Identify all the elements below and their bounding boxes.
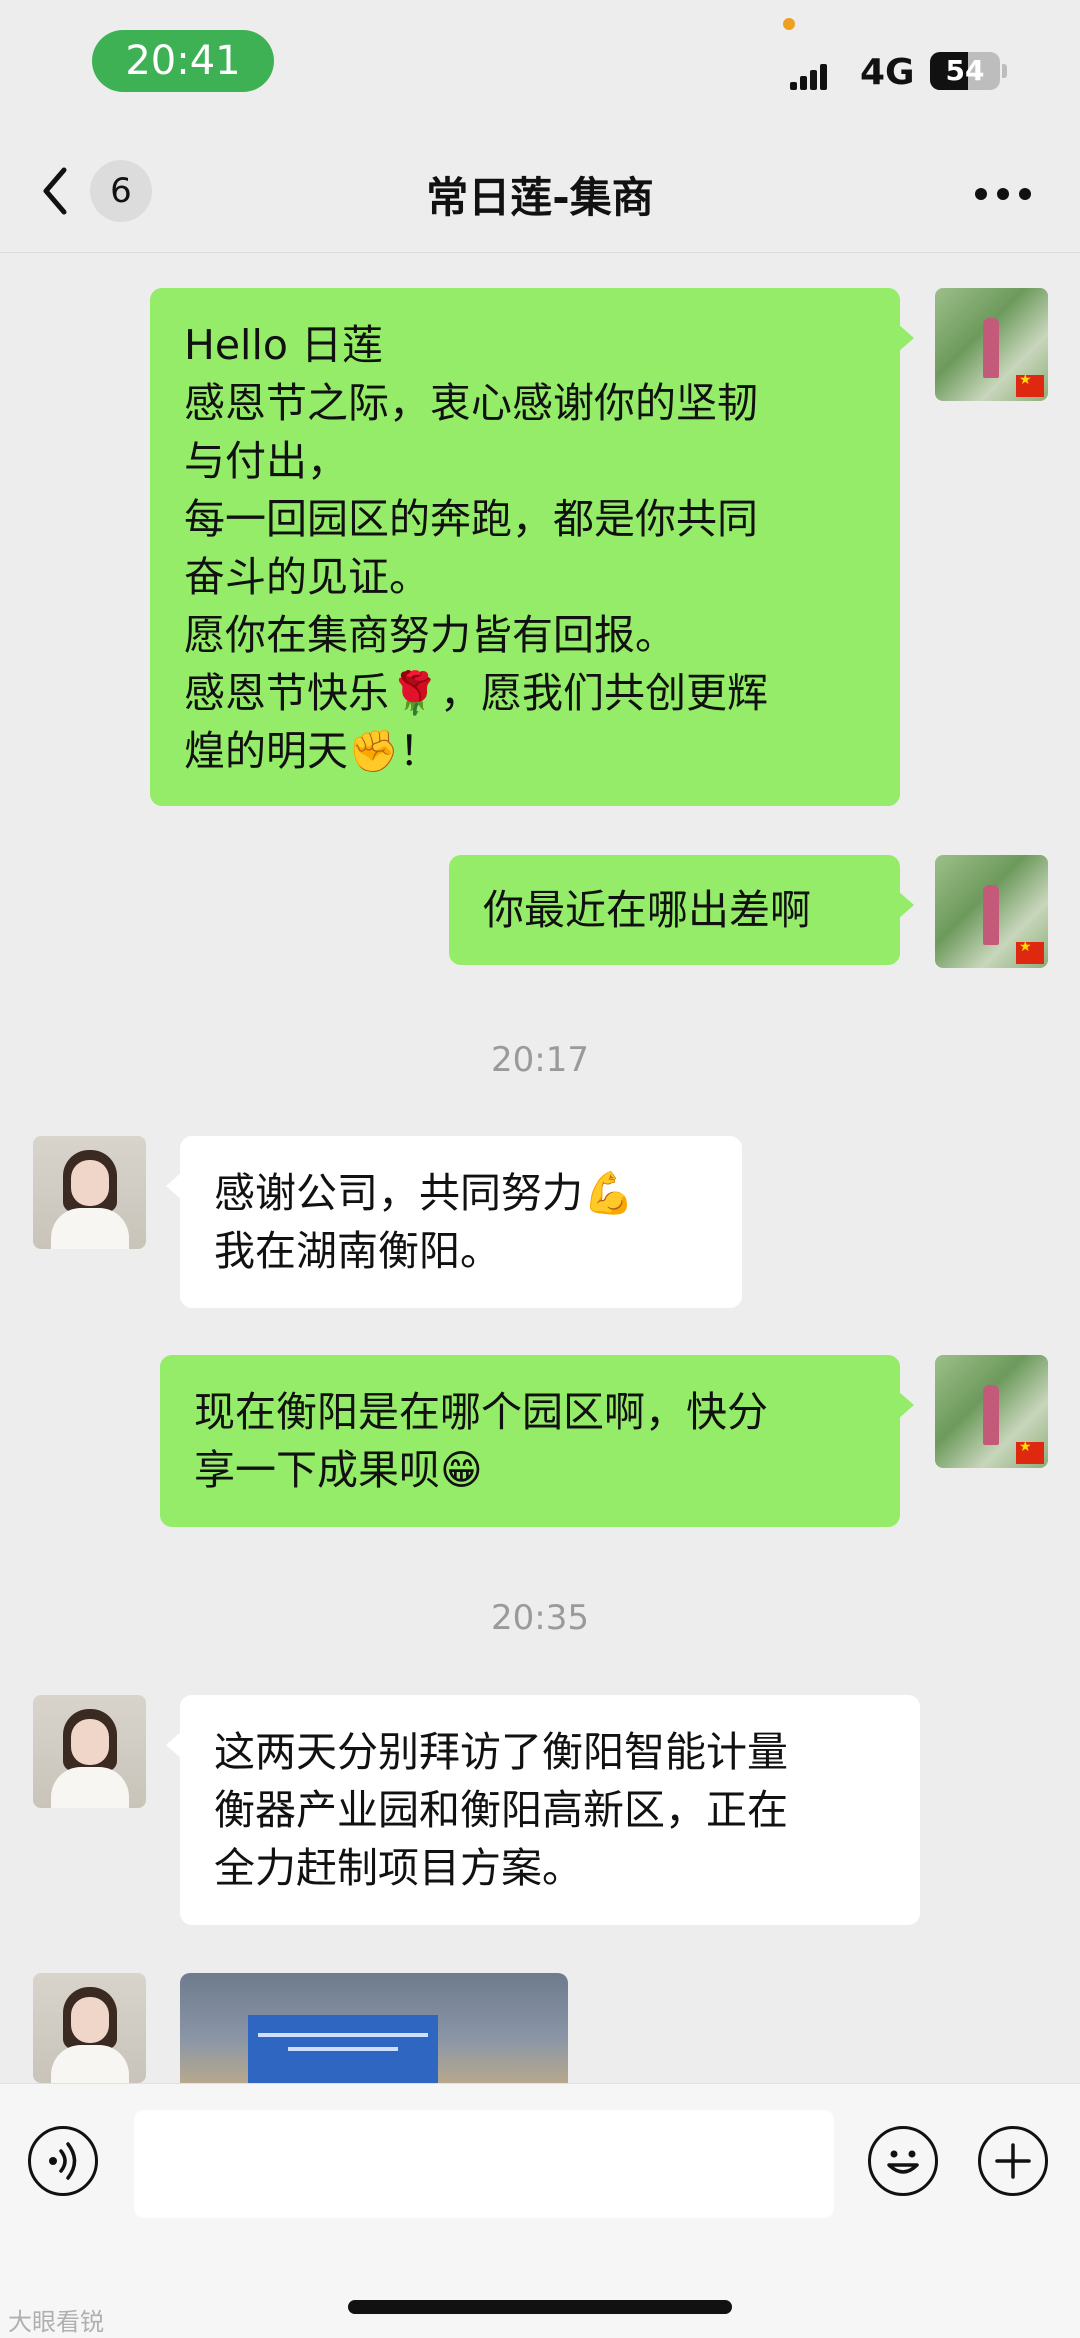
contact-avatar[interactable] (33, 1695, 146, 1808)
message-input[interactable] (134, 2110, 834, 2218)
watermark: 大眼看锐 (8, 2308, 104, 2336)
chat-header: 6 常日莲-集商 (0, 130, 1080, 253)
plus-icon[interactable] (978, 2126, 1048, 2196)
chat-title: 常日莲-集商 (426, 173, 654, 222)
message-timestamp: 20:35 (491, 1598, 589, 1638)
status-bar: 20:41 4G 54 (0, 0, 1080, 130)
signal-icon (790, 62, 828, 90)
image-message[interactable] (180, 1973, 568, 2083)
battery-icon: 54 (930, 52, 1000, 90)
message-bubble-received[interactable]: 感谢公司，共同努力💪 我在湖南衡阳。 (166, 1136, 742, 1308)
smiley-glyph (887, 2150, 919, 2174)
message-timestamp: 20:17 (491, 1040, 589, 1080)
status-time: 20:41 (92, 30, 274, 92)
message-bubble-received[interactable]: 这两天分别拜访了衡阳智能计量 衡器产业园和衡阳高新区，正在 全力赶制项目方案。 (166, 1695, 920, 1925)
plus-glyph (995, 2143, 1031, 2179)
network-type: 4G (860, 52, 915, 93)
more-options-button[interactable] (975, 188, 1031, 202)
my-avatar[interactable] (935, 288, 1048, 401)
contact-avatar[interactable] (33, 1973, 146, 2083)
message-bubble-sent[interactable]: Hello 日莲 感恩节之际，衷心感谢你的坚韧 与付出， 每一回园区的奔跑，都是… (150, 288, 914, 806)
photo-projection-screen (248, 2015, 438, 2083)
emoji-icon[interactable] (868, 2126, 938, 2196)
message-bubble-sent[interactable]: 现在衡阳是在哪个园区啊，快分 享一下成果呗😁 (160, 1355, 914, 1527)
message-bubble-sent[interactable]: 你最近在哪出差啊 (449, 855, 914, 965)
my-avatar[interactable] (935, 1355, 1048, 1468)
battery-level: 54 (945, 54, 985, 87)
privacy-indicator-icon (783, 18, 795, 30)
contact-avatar[interactable] (33, 1136, 146, 1249)
voice-icon[interactable] (28, 2126, 98, 2196)
voice-wave-glyph (49, 2142, 77, 2180)
home-indicator[interactable] (348, 2300, 732, 2314)
my-avatar[interactable] (935, 855, 1048, 968)
